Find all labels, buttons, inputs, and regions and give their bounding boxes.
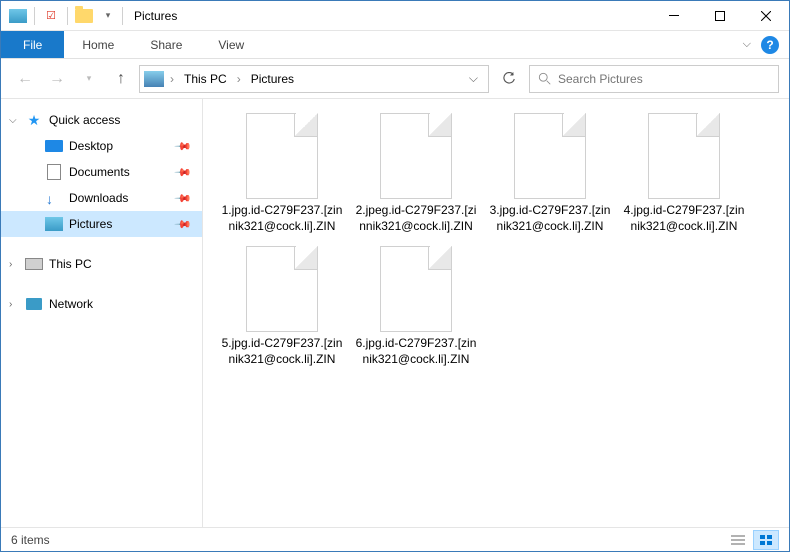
file-thumbnail [648,113,720,199]
file-thumbnail [246,246,318,332]
chevron-right-icon[interactable]: › [233,72,245,86]
file-thumbnail [514,113,586,199]
file-name: 6.jpg.id-C279F237.[zinnik321@cock.li].ZI… [353,336,479,367]
sidebar-item-label: Desktop [69,139,113,153]
downloads-icon [45,190,63,206]
file-thumbnail [380,246,452,332]
ribbon-expand-icon[interactable]: ⌵ [743,38,751,51]
recent-dropdown[interactable]: ▾ [75,65,103,93]
documents-icon [45,164,63,180]
refresh-button[interactable] [493,65,525,93]
content-area: ⌵ ★ Quick access Desktop 📌 Documents 📌 D… [1,99,789,527]
file-name: 3.jpg.id-C279F237.[zinnik321@cock.li].ZI… [487,203,613,234]
chevron-right-icon[interactable]: › [166,72,178,86]
pc-icon [25,256,43,272]
file-name: 2.jpeg.id-C279F237.[zinnik321@cock.li].Z… [353,203,479,234]
window-title: Pictures [134,9,177,23]
sidebar-quick-access[interactable]: ⌵ ★ Quick access [1,107,202,133]
sidebar-item-label: Downloads [69,191,128,205]
qat-dropdown-icon[interactable]: ▾ [97,5,119,27]
separator [34,7,35,25]
file-name: 1.jpg.id-C279F237.[zinnik321@cock.li].ZI… [219,203,345,234]
breadcrumb-dropdown-icon[interactable]: ⌵ [463,71,484,86]
file-grid: 1.jpg.id-C279F237.[zinnik321@cock.li].ZI… [215,107,777,373]
pin-icon: 📌 [174,215,193,234]
breadcrumb-current[interactable]: Pictures [247,70,298,88]
sidebar-label: Network [49,297,93,311]
file-item[interactable]: 4.jpg.id-C279F237.[zinnik321@cock.li].ZI… [617,107,751,240]
details-view-button[interactable] [725,530,751,550]
location-icon [144,71,164,87]
file-item[interactable]: 6.jpg.id-C279F237.[zinnik321@cock.li].ZI… [349,240,483,373]
breadcrumb[interactable]: › This PC › Pictures ⌵ [139,65,489,93]
file-thumbnail [246,113,318,199]
chevron-right-icon[interactable]: › [9,299,12,310]
back-button[interactable]: ← [11,65,39,93]
pin-icon: 📌 [174,189,193,208]
up-button[interactable]: ↑ [107,65,135,93]
explorer-icon [7,5,29,27]
file-area[interactable]: 1.jpg.id-C279F237.[zinnik321@cock.li].ZI… [203,99,789,527]
sidebar-this-pc[interactable]: › This PC [1,251,202,277]
item-count: 6 items [11,533,50,547]
tab-view[interactable]: View [200,31,262,58]
file-item[interactable]: 3.jpg.id-C279F237.[zinnik321@cock.li].ZI… [483,107,617,240]
search-icon [538,72,552,86]
sidebar: ⌵ ★ Quick access Desktop 📌 Documents 📌 D… [1,99,203,527]
sidebar-item-pictures[interactable]: Pictures 📌 [1,211,202,237]
network-icon [25,296,43,312]
tab-file[interactable]: File [1,31,64,58]
sidebar-label: Quick access [49,113,120,127]
sidebar-item-desktop[interactable]: Desktop 📌 [1,133,202,159]
sidebar-item-downloads[interactable]: Downloads 📌 [1,185,202,211]
separator [67,7,68,25]
tab-share[interactable]: Share [132,31,200,58]
minimize-button[interactable] [651,1,697,31]
search-box[interactable] [529,65,779,93]
search-input[interactable] [558,72,770,86]
file-name: 4.jpg.id-C279F237.[zinnik321@cock.li].ZI… [621,203,747,234]
sidebar-item-label: Pictures [69,217,112,231]
help-icon[interactable]: ? [761,36,779,54]
separator [122,7,123,25]
file-item[interactable]: 1.jpg.id-C279F237.[zinnik321@cock.li].ZI… [215,107,349,240]
file-name: 5.jpg.id-C279F237.[zinnik321@cock.li].ZI… [219,336,345,367]
star-icon: ★ [25,112,43,128]
breadcrumb-this-pc[interactable]: This PC [180,70,231,88]
sidebar-label: This PC [49,257,92,271]
folder-icon[interactable] [73,5,95,27]
properties-icon[interactable]: ☑ [40,5,62,27]
file-thumbnail [380,113,452,199]
forward-button[interactable]: → [43,65,71,93]
navbar: ← → ▾ ↑ › This PC › Pictures ⌵ [1,59,789,99]
sidebar-network[interactable]: › Network [1,291,202,317]
ribbon: File Home Share View ⌵ ? [1,31,789,59]
chevron-down-icon[interactable]: ⌵ [9,115,17,126]
pin-icon: 📌 [174,163,193,182]
desktop-icon [45,138,63,154]
tab-home[interactable]: Home [64,31,132,58]
close-button[interactable] [743,1,789,31]
file-item[interactable]: 2.jpeg.id-C279F237.[zinnik321@cock.li].Z… [349,107,483,240]
titlebar: ☑ ▾ Pictures [1,1,789,31]
window-controls [651,1,789,31]
statusbar: 6 items [1,527,789,551]
quick-access-toolbar: ☑ ▾ [1,5,119,27]
sidebar-item-documents[interactable]: Documents 📌 [1,159,202,185]
sidebar-item-label: Documents [69,165,130,179]
file-item[interactable]: 5.jpg.id-C279F237.[zinnik321@cock.li].ZI… [215,240,349,373]
chevron-right-icon[interactable]: › [9,259,12,270]
pictures-icon [45,216,63,232]
pin-icon: 📌 [174,137,193,156]
maximize-button[interactable] [697,1,743,31]
icons-view-button[interactable] [753,530,779,550]
